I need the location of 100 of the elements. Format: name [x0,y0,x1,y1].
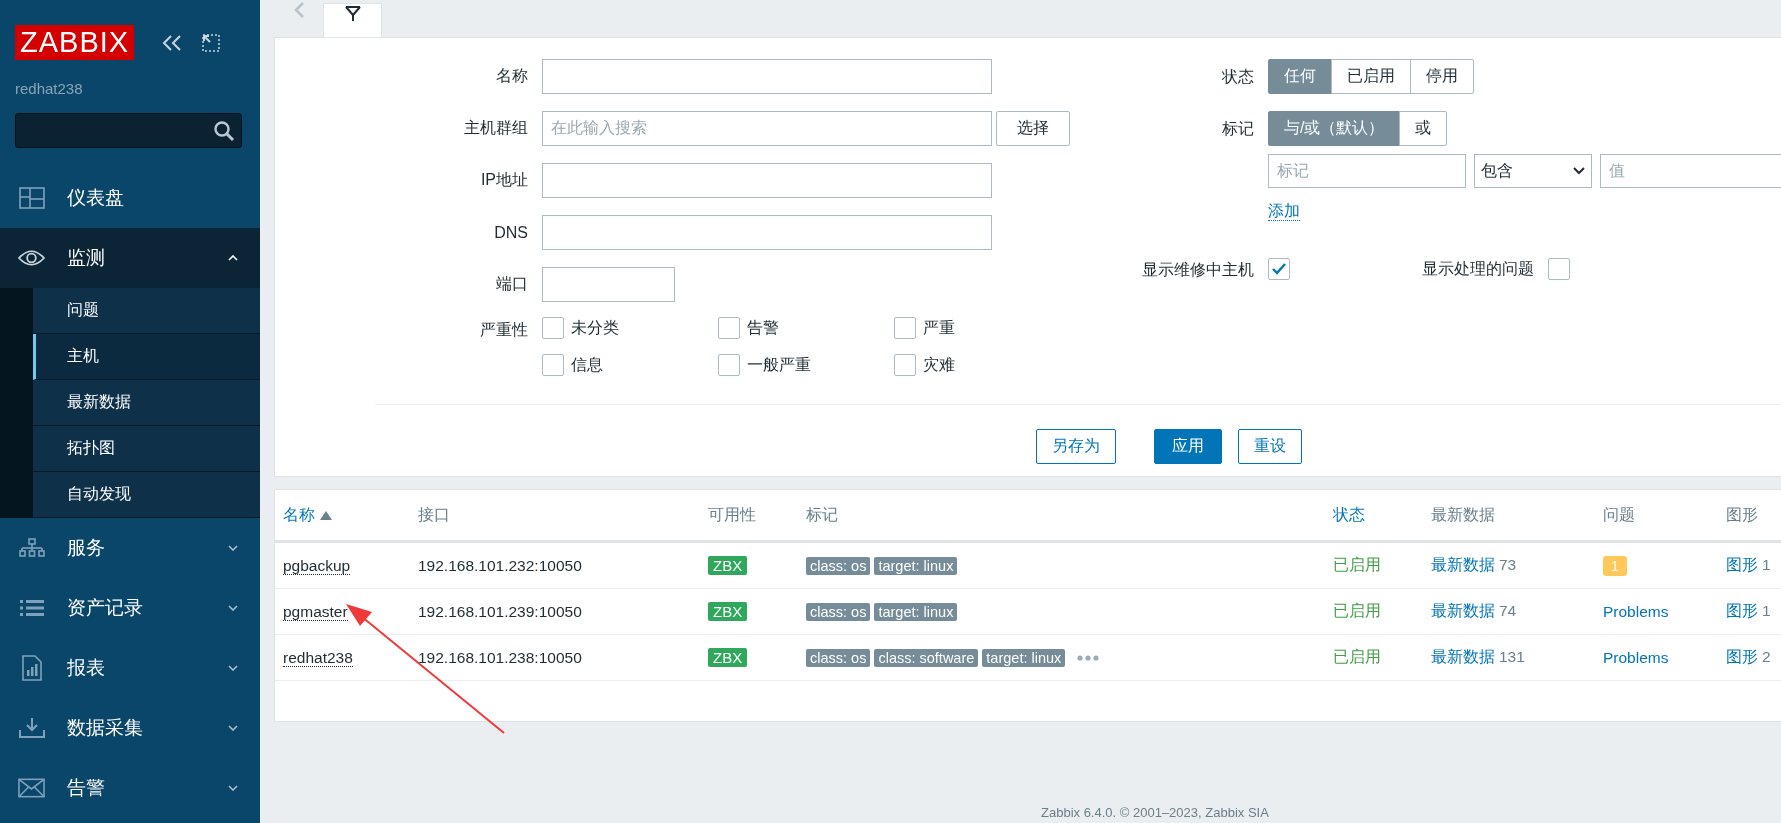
checkbox[interactable] [718,317,740,339]
input-field[interactable] [542,163,992,198]
tag: class: os [806,556,871,575]
menu-item[interactable]: 服务 [0,518,260,578]
status-text[interactable]: 已启用 [1333,602,1381,619]
column-header[interactable]: 名称 [283,505,315,523]
checkbox[interactable] [542,317,564,339]
latest-data-link[interactable]: 最新数据 [1431,602,1495,619]
interface-cell: 192.168.101.238:10050 [418,648,582,666]
checkbox-label: 显示处理的问题 [1422,258,1534,279]
checkbox-label: 未分类 [571,317,619,338]
tag: target: linux [874,556,958,575]
fullscreen-icon[interactable] [202,33,221,52]
select-button[interactable]: 选择 [996,111,1070,146]
search-field[interactable] [15,113,242,148]
column-header[interactable]: 状态 [1333,505,1365,523]
item-count: 74 [1499,602,1517,619]
envelope-icon [18,778,45,798]
problems-link[interactable]: Problems [1603,602,1669,620]
download-icon [18,717,45,739]
segment-option[interactable]: 已启用 [1331,59,1411,94]
checkbox-label: 信息 [571,354,603,375]
eye-icon [18,249,45,267]
status-text[interactable]: 已启用 [1333,556,1381,573]
submenu-item[interactable]: 问题 [33,288,260,334]
secondary-button[interactable]: 重设 [1238,429,1302,464]
problems-link[interactable]: Problems [1603,648,1669,666]
column-header: 图形 [1726,505,1758,523]
filter-tab[interactable] [323,3,382,37]
chevron-down-icon [228,665,238,671]
latest-data-link[interactable]: 最新数据 [1431,648,1495,665]
field-label: 端口 [495,274,529,294]
chevron-left-icon[interactable] [293,2,304,18]
field-label: 主机群组 [463,118,529,138]
zabbix-logo[interactable]: ZABBIX [15,25,135,60]
chevron-up-icon [228,255,238,261]
chevron-down-icon [1573,167,1585,175]
availability-badge: ZBX [708,648,748,667]
field-label: 严重性 [479,320,529,340]
tag: target: linux [982,648,1066,667]
field-label: 标记 [1221,119,1255,139]
apply-button[interactable]: 应用 [1154,429,1222,464]
graph-count: 1 [1762,602,1771,619]
checkbox[interactable] [542,354,564,376]
more-icon[interactable] [1077,655,1100,662]
report-icon [21,655,42,681]
chevron-down-icon [228,725,238,731]
segment-option[interactable]: 停用 [1410,59,1474,94]
host-name-link[interactable]: pgbackup [283,556,351,575]
input-field[interactable] [542,267,675,302]
submenu-item[interactable]: 最新数据 [33,380,260,426]
menu-item[interactable]: 仪表盘 [0,168,260,228]
submenu-item[interactable]: 自动发现 [33,472,260,518]
availability-badge: ZBX [708,602,748,621]
column-header: 标记 [806,505,838,523]
footer-text: Zabbix 6.4.0. © 2001–2023, Zabbix SIA [1040,805,1270,822]
segment-option[interactable]: 或 [1399,111,1448,146]
hierarchy-icon [18,538,45,558]
menu-item[interactable]: 数据采集 [0,698,260,758]
segment-option[interactable]: 任何 [1268,59,1332,94]
submenu-item[interactable]: 拓扑图 [33,426,260,472]
checkbox[interactable] [1268,258,1290,280]
dashboard-icon [18,187,45,209]
checkbox-label: 告警 [747,317,779,338]
chevron-down-icon [228,785,238,791]
menu-item[interactable]: 告警 [0,758,260,818]
collapse-sidebar-icon[interactable] [162,33,183,52]
graphs-link[interactable]: 图形 [1726,602,1758,619]
chevron-down-icon [228,605,238,611]
status-text[interactable]: 已启用 [1333,648,1381,665]
host-name-link[interactable]: redhat238 [283,648,353,667]
column-header: 问题 [1603,505,1635,523]
chevron-down-icon [228,545,238,551]
operator-select[interactable]: 包含 [1474,154,1592,188]
host-name-link[interactable]: pgmaster [283,602,348,621]
checkbox[interactable] [894,317,916,339]
field-label: IP地址 [479,170,529,190]
graph-count: 2 [1762,648,1771,665]
latest-data-link[interactable]: 最新数据 [1431,556,1495,573]
checkbox[interactable] [718,354,740,376]
menu-item[interactable]: 资产记录 [0,578,260,638]
submenu-item[interactable]: 主机 [33,334,260,380]
interface-cell: 192.168.101.239:10050 [418,602,582,620]
field-label: DNS [493,223,529,242]
checkbox[interactable] [1548,258,1570,280]
menu-item[interactable]: 报表 [0,638,260,698]
graphs-link[interactable]: 图形 [1726,556,1758,573]
filter-icon [344,6,361,22]
availability-badge: ZBX [708,556,748,575]
secondary-button[interactable]: 另存为 [1036,429,1116,464]
menu-item[interactable]: 监测 [0,228,260,288]
input-field[interactable] [542,59,992,94]
input-field[interactable] [542,215,992,250]
checkbox-label: 显示维修中主机 [1141,260,1255,280]
segment-option[interactable]: 与/或（默认） [1268,111,1401,146]
add-link[interactable]: 添加 [1268,202,1300,221]
checkbox[interactable] [894,354,916,376]
field-label: 名称 [495,66,529,86]
graphs-link[interactable]: 图形 [1726,648,1758,665]
item-count: 131 [1499,648,1525,665]
